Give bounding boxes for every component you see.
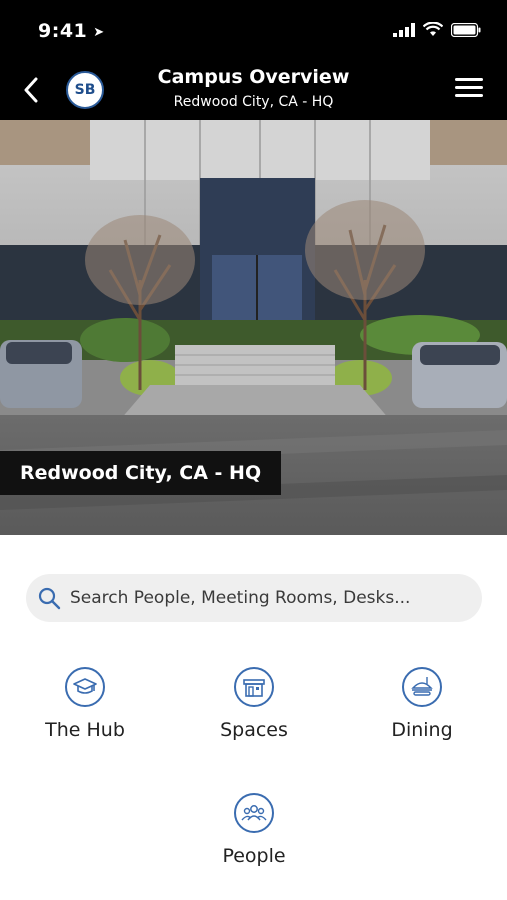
hamburger-menu-icon	[455, 78, 483, 81]
campus-hero-image: Redwood City, CA - HQ	[0, 120, 507, 535]
search-placeholder: Search People, Meeting Rooms, Desks...	[70, 588, 411, 608]
menu-button[interactable]	[455, 78, 483, 102]
tile-label: The Hub	[45, 719, 125, 741]
status-icons	[393, 22, 481, 37]
status-time: 9:41 ➤	[38, 20, 105, 42]
location-arrow-icon: ➤	[93, 25, 105, 40]
status-bar: 9:41 ➤	[0, 0, 507, 62]
app-header: SB Campus Overview Redwood City, CA - HQ	[0, 62, 507, 120]
tile-dining[interactable]: Dining	[347, 667, 497, 767]
tile-label: People	[222, 845, 286, 867]
food-icon	[402, 667, 442, 707]
cellular-signal-icon	[393, 22, 415, 37]
tile-people[interactable]: People	[179, 793, 329, 893]
location-label: Redwood City, CA - HQ	[0, 451, 282, 495]
search-input[interactable]: Search People, Meeting Rooms, Desks...	[26, 574, 482, 622]
search-icon	[36, 585, 62, 611]
tile-label: Spaces	[220, 719, 288, 741]
tile-label: Dining	[391, 719, 453, 741]
people-group-icon	[234, 793, 274, 833]
tile-spaces[interactable]: Spaces	[179, 667, 329, 767]
page-subtitle: Redwood City, CA - HQ	[173, 94, 334, 110]
battery-icon	[451, 22, 481, 37]
graduation-cap-icon	[65, 667, 105, 707]
page-title: Campus Overview	[157, 66, 350, 88]
building-icon	[234, 667, 274, 707]
wifi-icon	[423, 22, 443, 36]
tile-the-hub[interactable]: The Hub	[10, 667, 160, 767]
